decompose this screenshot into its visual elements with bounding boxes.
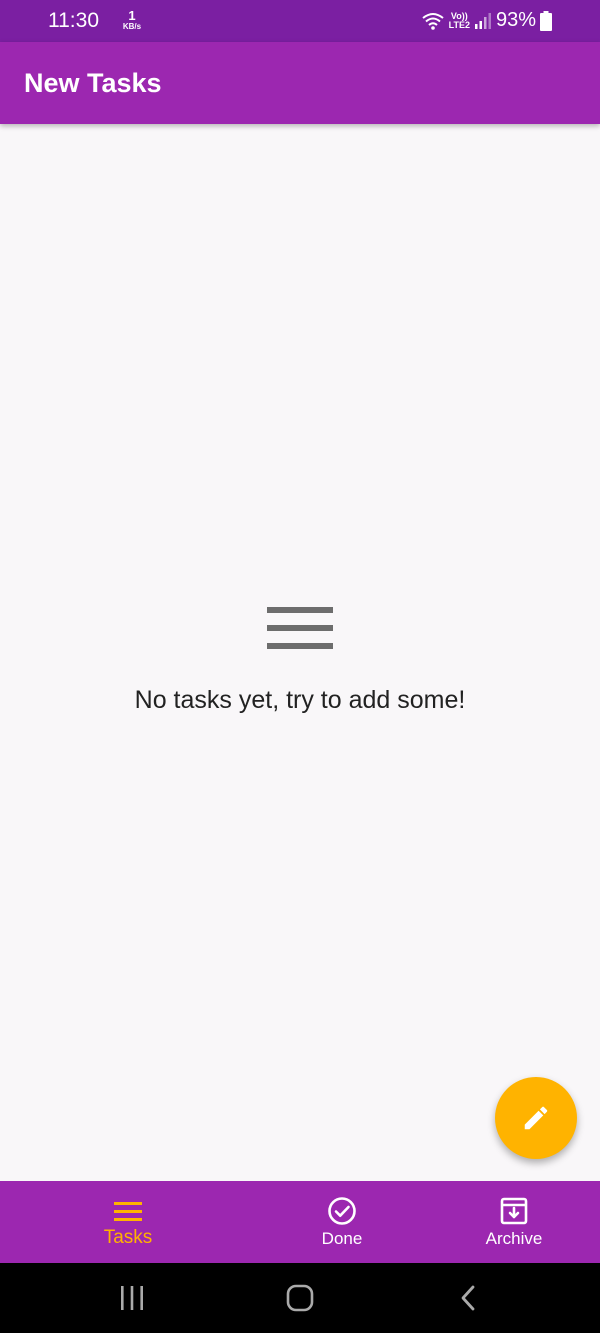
pencil-icon — [524, 1106, 548, 1130]
nav-label-tasks: Tasks — [103, 1227, 153, 1248]
status-bar: 11:30 1 KB/s Vo)) LTE2 93% — [0, 0, 600, 42]
menu-lines-icon — [267, 607, 333, 649]
status-indicators: Vo)) LTE2 93% — [421, 9, 552, 32]
network-speed: 1 KB/s — [120, 9, 144, 31]
archive-icon — [499, 1196, 529, 1226]
menu-icon — [114, 1196, 142, 1226]
check-circle-icon — [327, 1196, 357, 1226]
signal-icon — [474, 12, 491, 29]
wifi-icon — [422, 12, 444, 30]
nav-label-archive: Archive — [485, 1229, 543, 1248]
battery-icon — [540, 10, 552, 31]
add-task-fab[interactable] — [495, 1077, 577, 1159]
network-type: Vo)) LTE2 — [448, 11, 470, 30]
nav-item-tasks[interactable]: Tasks — [48, 1181, 208, 1263]
app-bar: New Tasks — [0, 42, 600, 124]
bottom-navigation: Tasks Done Archive — [0, 1181, 600, 1263]
empty-message: No tasks yet, try to add some! — [134, 686, 466, 714]
network-speed-unit: KB/s — [122, 22, 142, 31]
home-icon[interactable] — [270, 1283, 330, 1313]
nav-item-done[interactable]: Done — [262, 1181, 422, 1263]
nav-item-archive[interactable]: Archive — [434, 1181, 594, 1263]
back-icon[interactable] — [438, 1283, 498, 1313]
page-title: New Tasks — [24, 68, 162, 98]
battery-percent: 93% — [495, 9, 536, 31]
recents-icon[interactable] — [102, 1283, 162, 1313]
nav-label-done: Done — [321, 1229, 363, 1248]
empty-state: No tasks yet, try to add some! — [0, 604, 600, 715]
system-navigation-bar — [0, 1263, 600, 1333]
status-time: 11:30 — [48, 9, 99, 32]
network-speed-value: 1 — [128, 8, 136, 23]
network-lte: LTE2 — [448, 19, 470, 30]
